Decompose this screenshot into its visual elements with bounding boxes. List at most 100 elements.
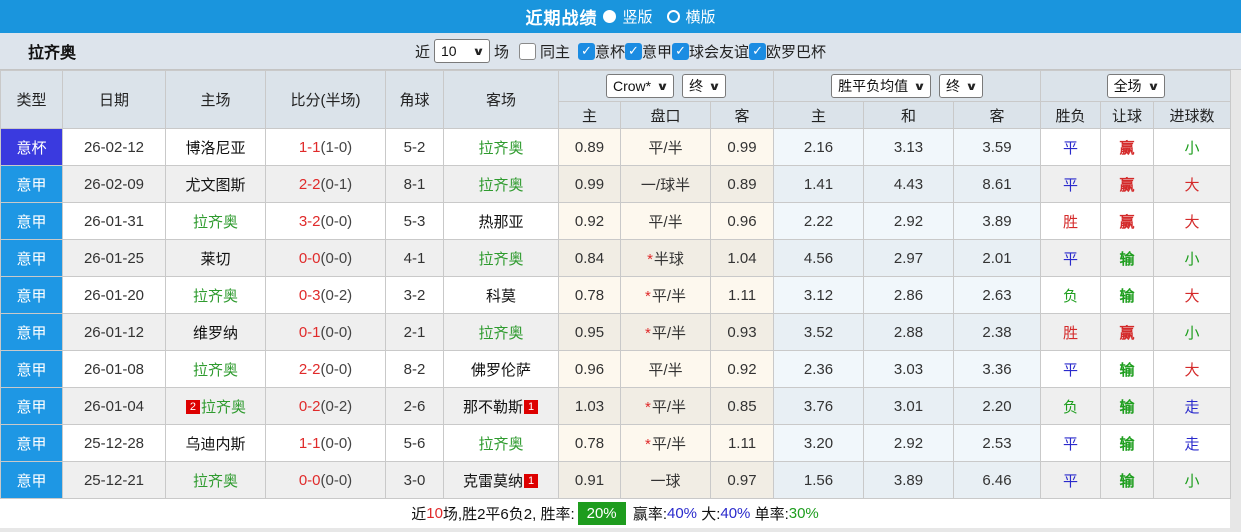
half-time-score: (0-0) [320,434,353,452]
match-result: 平 [1040,165,1102,203]
corner-count: 8-2 [385,350,444,388]
summary-segment: 20% [577,502,626,525]
home-team-cell: 维罗纳 [165,313,266,351]
odds-away: 0.93 [709,313,775,351]
sub-header-avg-home: 主 [773,101,865,129]
match-result: 负 [1040,387,1102,425]
competition-checkbox[interactable]: ✓ [749,42,767,60]
avg-type-select[interactable]: 胜平负均值 ∨ [831,74,932,98]
competition-label[interactable]: 球会友谊 [689,41,749,62]
league-type-badge: 意甲 [0,276,63,314]
header-row-groups: 类型 日期 主场 比分(半场) 角球 客场 Crow* ∨ 终 ∨ 胜平负均值 … [0,70,1232,129]
home-team-cell: 尤文图斯 [165,165,266,203]
same-home-label[interactable]: 同主 [540,41,570,62]
handicap-line: 一球 [620,461,711,499]
radio-vertical[interactable] [603,10,617,23]
handicap-line: 平/半 [620,350,711,388]
odds-time-select-1[interactable]: 终 ∨ [682,74,726,98]
league-type-badge: 意甲 [0,350,63,388]
avg-odds-home: 1.41 [773,165,865,203]
star-icon: * [644,398,651,416]
summary-segment: 单率: [750,506,789,523]
avg-odds-away: 8.61 [953,165,1042,203]
away-team-cell: 那不勒斯 1 [443,387,559,425]
competition-label[interactable]: 意杯 [595,41,625,62]
match-result: 平 [1040,461,1102,499]
half-time-score: (1-0) [320,138,353,156]
goals-result: 小 [1153,461,1232,499]
home-team-cell: 拉齐奥 [165,202,266,240]
page-title: 近期战绩 [525,9,598,28]
competition-label[interactable]: 意甲 [642,41,672,62]
match-result: 胜 [1040,202,1102,240]
league-type-badge: 意甲 [0,202,63,240]
corner-count: 8-1 [385,165,444,203]
goals-result: 走 [1153,424,1232,462]
odds-company-select[interactable]: Crow* ∨ [606,74,675,98]
sub-header-handicap: 盘口 [620,101,711,129]
table-row: 意甲 25-12-28 乌迪内斯 1-1(0-0) 5-6 拉齐奥 0.78 *平/半 1.11… [0,424,1232,462]
home-team-name: 尤文图斯 [185,176,246,194]
avg-odds-away: 3.59 [953,128,1042,166]
same-home-checkbox[interactable] [518,42,536,60]
odds-time-select-2[interactable]: 终 ∨ [939,74,983,98]
odds-away: 0.97 [709,461,775,499]
match-date: 26-01-04 [62,387,166,425]
match-date: 26-01-20 [62,276,166,314]
avg-odds-away: 2.63 [953,276,1042,314]
corner-count: 5-6 [385,424,444,462]
handicap-text: 平/半 [651,398,686,416]
star-icon: * [644,435,651,453]
summary-segment: 近 [411,506,427,523]
odds-home: 0.92 [558,202,621,240]
home-team-name: 拉齐奥 [200,398,246,416]
avg-odds-home: 2.36 [773,350,865,388]
table-row: 意甲 26-01-04 2 拉齐奥 0-2(0-2) 2-6 那不勒斯 1 1.03 *平/半 0.… [0,387,1232,425]
handicap-text: 平/半 [648,139,683,157]
odds-home: 0.78 [558,276,621,314]
chevron-down-icon: ∨ [965,80,978,93]
period-group-header: 全场 ∨ [1040,70,1232,102]
recent-count-select[interactable]: 10 ∨ [433,39,490,63]
competition-label[interactable]: 欧罗巴杯 [766,41,826,62]
score-cell: 2-2(0-1) [265,165,386,203]
handicap-text: 平/半 [648,361,683,379]
table-row: 意甲 26-01-08 拉齐奥 2-2(0-0) 8-2 佛罗伦萨 0.96 平/半 0.92 2… [0,350,1232,388]
home-team-cell: 拉齐奥 [165,350,266,388]
competition-checkbox[interactable]: ✓ [577,42,595,60]
avg-odds-draw: 3.01 [863,387,955,425]
table-row: 意甲 26-01-31 拉齐奥 3-2(0-0) 5-3 热那亚 0.92 平/半 0.96 2.… [0,202,1232,240]
odds-home: 0.95 [558,313,621,351]
team-name: 拉齐奥 [28,45,77,62]
match-date: 25-12-28 [62,424,166,462]
odds-time-value-2: 终 [946,78,961,94]
league-type-badge: 意杯 [0,128,63,166]
half-time-score: (0-2) [320,286,353,304]
competition-checkbox[interactable]: ✓ [625,42,642,60]
avg-type-value: 胜平负均值 [838,78,909,94]
avg-odds-away: 6.46 [953,461,1042,499]
table-row: 意杯 26-02-12 博洛尼亚 1-1(1-0) 5-2 拉齐奥 0.89 平/半 0.99 2… [0,128,1232,166]
full-time-score: 0-2 [298,397,321,415]
radio-horizontal[interactable] [666,10,680,23]
radio-vertical-label[interactable]: 竖版 [622,6,652,27]
avg-odds-away: 2.01 [953,239,1042,277]
score-cell: 0-0(0-0) [265,461,386,499]
summary-segment: 40% [667,505,698,522]
period-select[interactable]: 全场 ∨ [1106,74,1165,98]
avg-odds-draw: 2.86 [863,276,955,314]
handicap-text: 平/半 [651,287,686,305]
avg-odds-home: 3.12 [773,276,865,314]
home-team-name: 乌迪内斯 [185,435,246,453]
half-time-score: (0-0) [320,360,353,378]
full-time-score: 0-3 [298,286,321,304]
score-cell: 1-1(1-0) [265,128,386,166]
corner-count: 3-0 [385,461,444,499]
radio-horizontal-label[interactable]: 横版 [686,6,716,27]
full-time-score: 3-2 [298,212,321,230]
competition-checkbox[interactable]: ✓ [672,42,690,60]
avg-odds-away: 2.20 [953,387,1042,425]
home-team-cell: 拉齐奥 [165,276,266,314]
away-team-cell: 克雷莫纳 1 [443,461,559,499]
score-cell: 2-2(0-0) [265,350,386,388]
